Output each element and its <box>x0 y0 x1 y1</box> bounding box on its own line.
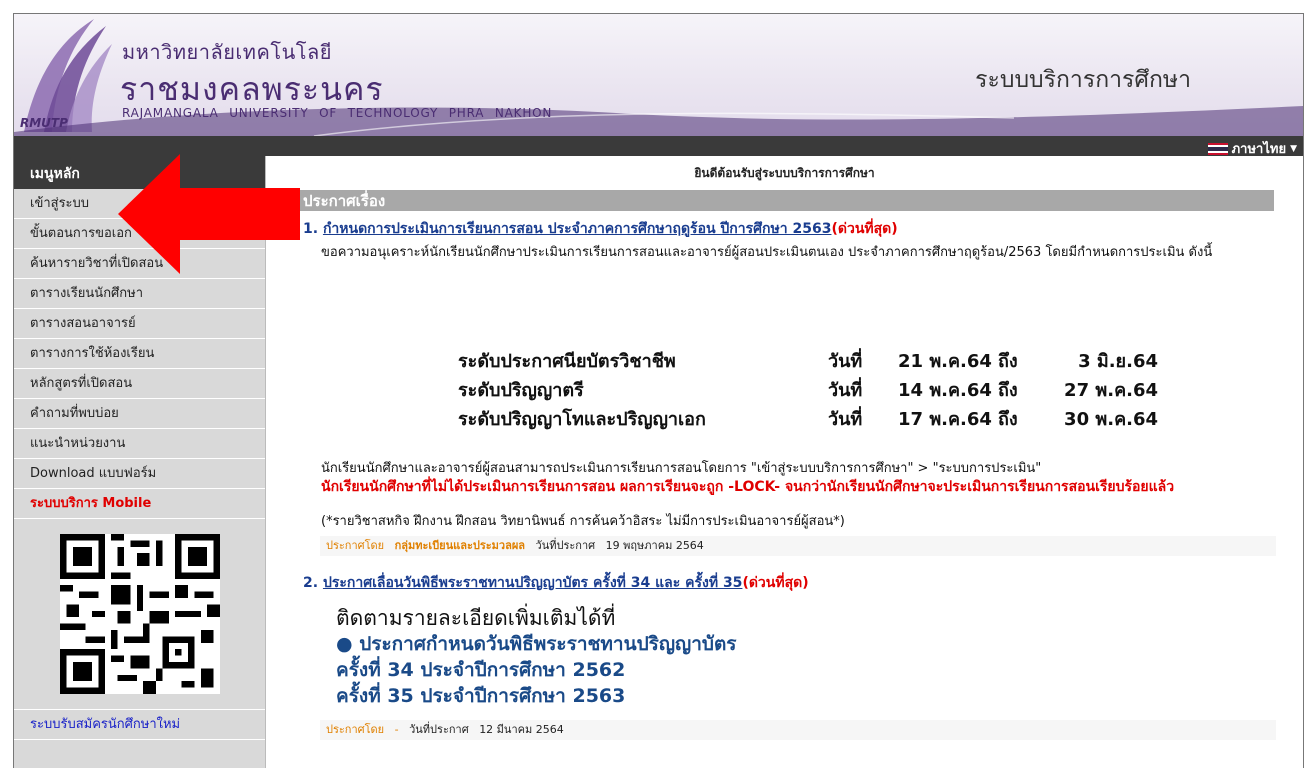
urgent-label: (ด่วนที่สุด) <box>831 221 898 237</box>
sidebar-item-about[interactable]: แนะนำหน่วยงาน <box>14 429 265 459</box>
schedule-day-label: วันที่ <box>828 409 863 430</box>
announcement-2-line1[interactable]: ● ประกาศกำหนดวันพิธีพระราชทานปริญญาบัตร <box>336 632 737 656</box>
schedule-end: 27 พ.ค.64 <box>1064 380 1158 401</box>
schedule-row: ระดับปริญญาโทและปริญญาเอก วันที่ 17 พ.ค.… <box>458 404 1158 433</box>
announcement-2-follow: ติดตามรายละเอียดเพิ่มเติมได้ที่ <box>336 606 616 630</box>
schedule-to: ถึง <box>998 380 1018 401</box>
posted-by: กลุ่มทะเบียนและประมวลผล <box>394 539 526 552</box>
schedule-day-label: วันที่ <box>828 380 863 401</box>
posted-by-label: ประกาศโดย <box>326 539 385 552</box>
page-frame: มหาวิทยาลัยเทคโนโลยี ราชมงคลพระนคร RAJAM… <box>13 13 1304 768</box>
sidebar-item-student-timetable[interactable]: ตารางเรียนนักศึกษา <box>14 279 265 309</box>
date-label: วันที่ประกาศ <box>535 539 596 552</box>
sidebar-item-room-schedule[interactable]: ตารางการใช้ห้องเรียน <box>14 339 265 369</box>
top-nav-bar: ภาษาไทย ▼ <box>14 136 1303 157</box>
thai-flag-icon <box>1207 142 1228 155</box>
announcement-1-link[interactable]: กำหนดการประเมินการเรียนการสอน ประจำภาคกา… <box>323 221 832 237</box>
announcement-1-meta: ประกาศโดย กลุ่มทะเบียนและประมวลผล วันที่… <box>320 536 1276 556</box>
announcement-2-meta: ประกาศโดย - วันที่ประกาศ 12 มีนาคม 2564 <box>320 720 1276 740</box>
university-name-en: RAJAMANGALA UNIVERSITY OF TECHNOLOGY PHR… <box>122 106 553 120</box>
evaluation-schedule-table: ระดับประกาศนียบัตรวิชาชีพ วันที่ 21 พ.ค.… <box>458 346 1158 433</box>
schedule-end: 3 มิ.ย.64 <box>1078 351 1158 372</box>
main-content: ยินดีต้อนรับสู่ระบบบริการการศึกษา ประกาศ… <box>266 156 1303 768</box>
post-date: 19 พฤษภาคม 2564 <box>605 539 704 552</box>
schedule-row: ระดับประกาศนียบัตรวิชาชีพ วันที่ 21 พ.ค.… <box>458 346 1158 375</box>
announcement-number: 2. <box>303 575 319 591</box>
sidebar-item-download-forms[interactable]: Download แบบฟอร์ม <box>14 459 265 489</box>
announcement-1-intro: ขอความอนุเคราะห์นักเรียนนักศึกษาประเมินก… <box>321 245 1213 260</box>
schedule-start: 14 พ.ค.64 <box>898 380 992 401</box>
sidebar-item-faq[interactable]: คำถามที่พบบ่อย <box>14 399 265 429</box>
announcement-heading: ประกาศเรื่อง <box>297 190 1274 211</box>
schedule-level: ระดับปริญญาตรี <box>458 380 584 401</box>
announcement-2-line2[interactable]: ครั้งที่ 34 ประจำปีการศึกษา 2562 <box>336 658 625 682</box>
chevron-down-icon: ▼ <box>1290 143 1297 154</box>
site-header: มหาวิทยาลัยเทคโนโลยี ราชมงคลพระนคร RAJAM… <box>14 14 1303 136</box>
urgent-label: (ด่วนที่สุด) <box>742 575 809 591</box>
sidebar-item-curriculum[interactable]: หลักสูตรที่เปิดสอน <box>14 369 265 399</box>
sidebar-item-mobile[interactable]: ระบบบริการ Mobile <box>14 489 265 519</box>
welcome-text: ยินดีต้อนรับสู่ระบบบริการการศึกษา <box>694 166 875 180</box>
announcement-number: 1. <box>303 221 319 237</box>
announcement-1-how-to: นักเรียนนักศึกษาและอาจารย์ผู้สอนสามารถปร… <box>321 461 1042 476</box>
sidebar-item-new-student-apply[interactable]: ระบบรับสมัครนักศึกษาใหม่ <box>14 709 265 740</box>
posted-by: - <box>394 723 399 736</box>
system-title: ระบบบริการการศึกษา <box>975 67 1191 93</box>
posted-by-label: ประกาศโดย <box>326 723 385 736</box>
announcement-2-title: 2. ประกาศเลื่อนวันพิธีพระราชทานปริญญาบัต… <box>303 572 809 594</box>
schedule-start: 17 พ.ค.64 <box>898 409 992 430</box>
qr-code-icon[interactable] <box>59 529 220 699</box>
logo-abbreviation: RMUTP <box>20 116 68 130</box>
schedule-row: ระดับปริญญาตรี วันที่ 14 พ.ค.64 ถึง 27 พ… <box>458 375 1158 404</box>
date-label: วันที่ประกาศ <box>409 723 469 736</box>
schedule-start: 21 พ.ค.64 <box>898 351 992 372</box>
schedule-level: ระดับปริญญาโทและปริญญาเอก <box>458 409 706 430</box>
sidebar-item-teacher-timetable[interactable]: ตารางสอนอาจารย์ <box>14 309 265 339</box>
announcement-1-title: 1. กำหนดการประเมินการเรียนการสอน ประจำภา… <box>303 218 898 240</box>
announcement-2-link[interactable]: ประกาศเลื่อนวันพิธีพระราชทานปริญญาบัตร ค… <box>323 575 743 591</box>
announcement-1-note: (*รายวิชาสหกิจ ฝึกงาน ฝึกสอน วิทยานิพนธ์… <box>321 514 845 529</box>
schedule-to: ถึง <box>998 409 1018 430</box>
post-date: 12 มีนาคม 2564 <box>479 723 564 736</box>
schedule-end: 30 พ.ค.64 <box>1064 409 1158 430</box>
announcement-1-warning: นักเรียนนักศึกษาที่ไม่ได้ประเมินการเรียน… <box>321 479 1175 495</box>
red-arrow-annotation <box>118 154 300 274</box>
schedule-to: ถึง <box>998 351 1018 372</box>
schedule-level: ระดับประกาศนียบัตรวิชาชีพ <box>458 351 676 372</box>
qr-code-area <box>14 519 265 709</box>
announcement-2-line3[interactable]: ครั้งที่ 35 ประจำปีการศึกษา 2563 <box>336 684 625 708</box>
schedule-day-label: วันที่ <box>828 351 863 372</box>
